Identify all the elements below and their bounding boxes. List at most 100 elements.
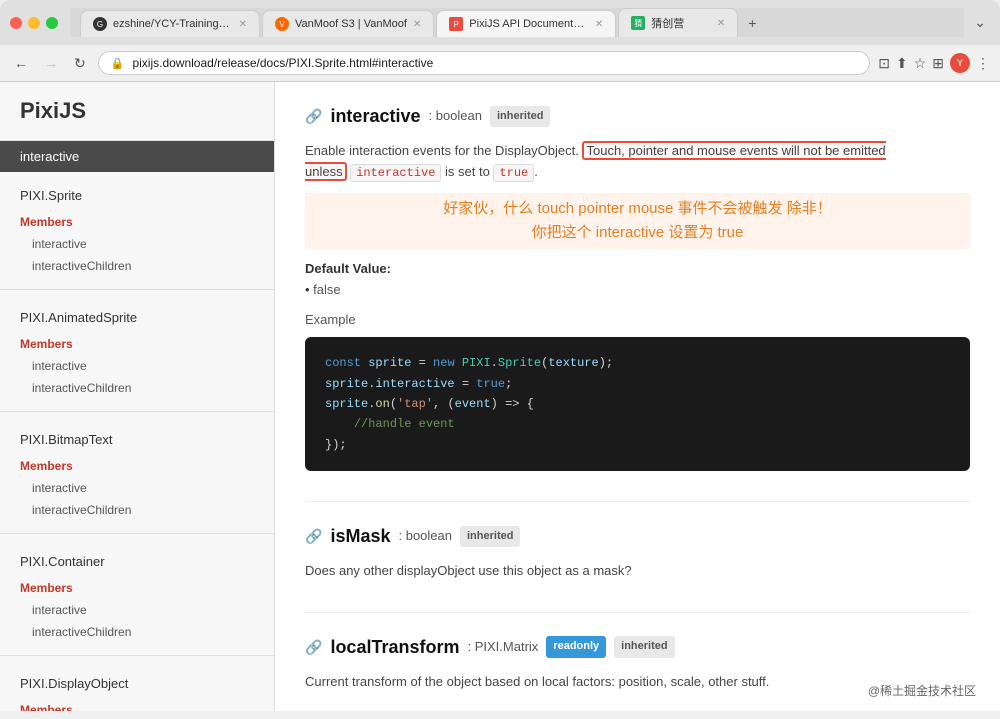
default-value-bullet: • [305, 282, 313, 297]
sidebar-section-sprite: PIXI.Sprite Members interactive interact… [0, 172, 274, 285]
sidebar-member-bitmap-interactivechildren[interactable]: interactiveChildren [0, 499, 274, 521]
link-icon-ismask: 🔗 [305, 525, 322, 547]
api-title-ismask: 🔗 isMask boolean inherited [305, 522, 970, 551]
divider-4 [0, 655, 274, 656]
api-type-localtransform: PIXI.Matrix [467, 637, 538, 658]
tabs-bar: G ezshine/YCY-TrainingCamp-S… ✕ V VanMoo… [70, 8, 964, 37]
example-label-interactive: Example [305, 310, 970, 331]
tab-4-favicon: 猜 [631, 16, 645, 30]
divider-2 [0, 411, 274, 412]
more-options-icon[interactable]: ⋮ [976, 55, 990, 72]
api-name-interactive: interactive [330, 102, 420, 131]
default-value-item: false [313, 282, 340, 297]
annotation-box: 好家伙，什么 touch pointer mouse 事件不会被触发 除非！ 你… [305, 193, 970, 249]
sidebar-item-bitmaptext[interactable]: PIXI.BitmapText [0, 424, 274, 455]
sidebar-member-sprite-interactive[interactable]: interactive [0, 233, 274, 255]
sidebar-member-animated-interactivechildren[interactable]: interactiveChildren [0, 377, 274, 399]
address-bar-row: ← → ↻ 🔒 pixijs.download/release/docs/PIX… [0, 45, 1000, 82]
lock-icon: 🔒 [111, 57, 125, 70]
sidebar-members-sprite: Members [0, 211, 274, 233]
forward-button[interactable]: → [40, 53, 62, 73]
bookmark-icon[interactable]: ☆ [914, 55, 927, 72]
sidebar-members-bitmaptext: Members [0, 455, 274, 477]
extension-icon[interactable]: ⊞ [932, 55, 944, 72]
tab-1-favicon: G [93, 17, 107, 31]
sidebar-section-container: PIXI.Container Members interactive inter… [0, 538, 274, 651]
address-bar[interactable]: 🔒 pixijs.download/release/docs/PIXI.Spri… [98, 51, 871, 75]
toolbar-icons: ⊡ ⬆ ☆ ⊞ Y ⋮ [878, 53, 990, 73]
code-block-interactive: const sprite = new PIXI.Sprite(texture);… [305, 337, 970, 471]
tab-4-title: 猜创营 [651, 15, 711, 31]
tab-2[interactable]: V VanMoof S3 | VanMoof ✕ [262, 10, 434, 37]
separator-2 [305, 612, 970, 613]
divider-3 [0, 533, 274, 534]
api-title-localtransform: 🔗 localTransform PIXI.Matrix readonly in… [305, 633, 970, 662]
screen-cast-icon[interactable]: ⊡ [878, 55, 890, 72]
maximize-button[interactable] [46, 17, 58, 29]
sidebar-member-bitmap-interactive[interactable]: interactive [0, 477, 274, 499]
separator-1 [305, 501, 970, 502]
sidebar-member-animated-interactive[interactable]: interactive [0, 355, 274, 377]
api-type-ismask: boolean [398, 526, 452, 547]
code-const: const [325, 356, 361, 370]
sidebar-members-animatedsprite: Members [0, 333, 274, 355]
minimize-button[interactable] [28, 17, 40, 29]
sidebar-member-container-interactive[interactable]: interactive [0, 599, 274, 621]
inline-code-true: true [493, 164, 534, 182]
default-value-label: Default Value: [305, 261, 391, 276]
api-type-interactive: boolean [428, 106, 482, 127]
url-text: pixijs.download/release/docs/PIXI.Sprite… [132, 56, 857, 70]
badge-readonly-localtransform: readonly [546, 636, 606, 658]
annotation-line2: 你把这个 interactive 设置为 true [305, 221, 970, 245]
api-description-ismask: Does any other displayObject use this ob… [305, 561, 970, 582]
tab-3-title: PixiJS API Documentation [469, 18, 589, 30]
link-icon-localtransform: 🔗 [305, 636, 322, 658]
new-tab-button[interactable]: + [740, 9, 764, 37]
sidebar-section-displayobject: PIXI.DisplayObject Members interactive [0, 660, 274, 711]
browser-menu-button[interactable]: ⌄ [970, 10, 990, 35]
tab-3[interactable]: P PixiJS API Documentation ✕ [436, 10, 616, 37]
content-area: 🔗 interactive boolean inherited Enable i… [275, 82, 1000, 711]
profile-avatar[interactable]: Y [950, 53, 970, 73]
api-description-interactive: Enable interaction events for the Displa… [305, 141, 970, 183]
tab-2-title: VanMoof S3 | VanMoof [295, 18, 407, 30]
api-entry-interactive: 🔗 interactive boolean inherited Enable i… [305, 102, 970, 471]
close-button[interactable] [10, 17, 22, 29]
refresh-button[interactable]: ↻ [70, 53, 90, 74]
tab-4[interactable]: 猜 猜创营 ✕ [618, 8, 738, 37]
tab-3-favicon: P [449, 17, 463, 31]
annotation-line1: 好家伙，什么 touch pointer mouse 事件不会被触发 除非！ [305, 197, 970, 221]
tab-2-favicon: V [275, 17, 289, 31]
sidebar-item-displayobject[interactable]: PIXI.DisplayObject [0, 668, 274, 699]
share-icon[interactable]: ⬆ [896, 55, 908, 72]
badge-inherited-ismask: inherited [460, 526, 520, 548]
tab-2-close[interactable]: ✕ [413, 19, 421, 30]
tab-4-close[interactable]: ✕ [717, 18, 725, 29]
tab-1-title: ezshine/YCY-TrainingCamp-S… [113, 18, 233, 30]
api-name-localtransform: localTransform [330, 633, 459, 662]
watermark: @稀土掘金技术社区 [860, 678, 984, 703]
sidebar-members-displayobject: Members [0, 699, 274, 711]
inline-code-interactive: interactive [350, 164, 441, 182]
sidebar-member-sprite-interactivechildren[interactable]: interactiveChildren [0, 255, 274, 277]
sidebar-member-container-interactivechildren[interactable]: interactiveChildren [0, 621, 274, 643]
sidebar-section-animatedsprite: PIXI.AnimatedSprite Members interactive … [0, 294, 274, 407]
link-icon-interactive: 🔗 [305, 105, 322, 127]
tab-3-close[interactable]: ✕ [595, 19, 603, 30]
sidebar-logo: PixiJS [0, 82, 274, 141]
divider-1 [0, 289, 274, 290]
sidebar-section-bitmaptext: PIXI.BitmapText Members interactive inte… [0, 416, 274, 529]
title-bar: G ezshine/YCY-TrainingCamp-S… ✕ V VanMoo… [0, 0, 1000, 45]
api-title-interactive: 🔗 interactive boolean inherited [305, 102, 970, 131]
main-layout: PixiJS interactive PIXI.Sprite Members i… [0, 82, 1000, 711]
sidebar-selected-item[interactable]: interactive [0, 141, 274, 172]
badge-inherited-localtransform: inherited [614, 636, 674, 658]
default-value-section: Default Value: • false [305, 259, 970, 301]
tab-1-close[interactable]: ✕ [239, 19, 247, 30]
back-button[interactable]: ← [10, 53, 32, 73]
sidebar-members-container: Members [0, 577, 274, 599]
sidebar-item-animatedsprite[interactable]: PIXI.AnimatedSprite [0, 302, 274, 333]
sidebar-item-container[interactable]: PIXI.Container [0, 546, 274, 577]
sidebar-item-sprite[interactable]: PIXI.Sprite [0, 180, 274, 211]
tab-1[interactable]: G ezshine/YCY-TrainingCamp-S… ✕ [80, 10, 260, 37]
